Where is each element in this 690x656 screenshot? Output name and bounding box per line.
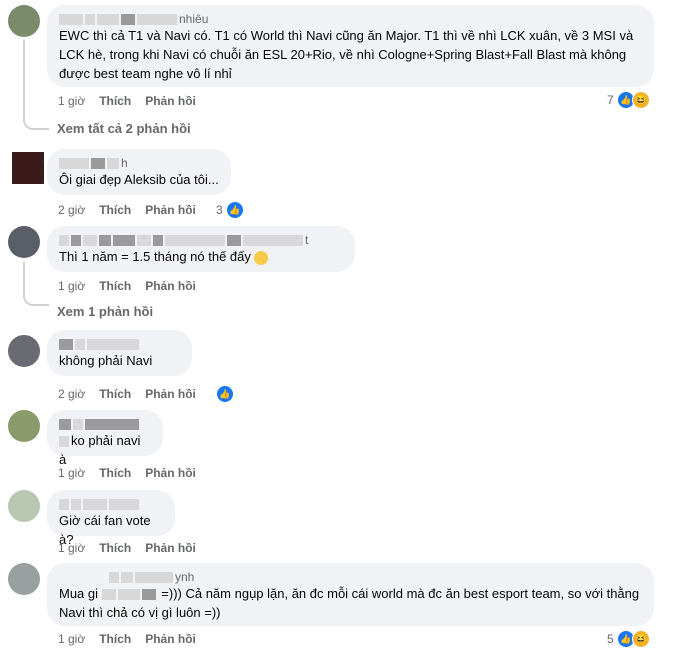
thread-connector — [23, 290, 49, 306]
comment-author[interactable]: h — [59, 156, 219, 170]
like-button[interactable]: Thích — [99, 387, 131, 401]
reaction-summary[interactable]: 5 👍 😆 — [607, 630, 650, 648]
comment-time[interactable]: 1 giờ — [58, 541, 85, 555]
comment-text: không phải Navi — [59, 353, 153, 368]
author-name-suffix: ynh — [175, 570, 195, 584]
view-all-replies-link[interactable]: Xem tất cả 2 phản hồi — [57, 121, 191, 136]
comment-actions: 1 giờ Thích Phản hồi — [58, 541, 210, 555]
comment-actions: 1 giờ Thích Phản hồi — [58, 466, 210, 480]
reply-button[interactable]: Phản hồi — [145, 387, 196, 401]
comment-time[interactable]: 2 giờ — [58, 203, 85, 217]
like-reaction-icon: 👍 — [216, 385, 234, 403]
comment-time[interactable]: 2 giờ — [58, 387, 85, 401]
like-button[interactable]: Thích — [99, 632, 131, 646]
avatar[interactable] — [12, 152, 44, 184]
thread-connector — [23, 110, 49, 130]
avatar[interactable] — [8, 410, 40, 442]
reaction-count: 7 — [607, 93, 614, 107]
avatar[interactable] — [8, 563, 40, 595]
comment-time[interactable]: 1 giờ — [58, 279, 85, 293]
comment-text: Thì 1 năm = 1.5 tháng nó thế đấy — [59, 247, 343, 266]
comment-text-body: ko phải navi à — [59, 433, 141, 467]
comment-author[interactable] — [59, 417, 151, 431]
comment-bubble: t Thì 1 năm = 1.5 tháng nó thế đấy — [47, 226, 355, 272]
reaction-summary[interactable]: 7 👍 😆 — [607, 91, 650, 109]
like-button[interactable]: Thích — [99, 541, 131, 555]
comment-author[interactable]: t — [59, 233, 343, 247]
comment-time[interactable]: 1 giờ — [58, 94, 85, 108]
comment-bubble: ko phải navi à — [47, 410, 163, 467]
reply-button[interactable]: Phản hồi — [145, 279, 196, 293]
emoji-icon — [253, 250, 268, 265]
comment-text: ko phải navi à — [59, 431, 151, 469]
avatar[interactable] — [8, 226, 40, 258]
like-button[interactable]: Thích — [99, 203, 131, 217]
avatar[interactable] — [8, 490, 40, 522]
haha-reaction-icon: 😆 — [631, 630, 650, 648]
comment-actions: 1 giờ Thích Phản hồi — [58, 632, 210, 646]
haha-reaction-icon: 😆 — [631, 91, 650, 109]
like-button[interactable]: Thích — [99, 466, 131, 480]
reaction-count: 3 — [216, 203, 223, 217]
like-reaction-icon: 👍 — [225, 201, 244, 219]
comment-author[interactable]: nhiêu — [59, 12, 642, 26]
comment-bubble: h Ôi giai đẹp Aleksib của tôi... — [47, 149, 231, 195]
reply-button[interactable]: Phản hồi — [145, 203, 196, 217]
reaction-summary[interactable]: 👍 — [216, 385, 234, 403]
reaction-summary[interactable]: 3 👍 — [216, 201, 244, 219]
like-button[interactable]: Thích — [99, 94, 131, 108]
reply-button[interactable]: Phản hồi — [145, 94, 196, 108]
comment-actions: 2 giờ Thích Phản hồi — [58, 387, 210, 401]
view-replies-link[interactable]: Xem 1 phản hồi — [57, 304, 153, 319]
comment-bubble: Giờ cái fan vote à? — [47, 490, 175, 547]
reply-button[interactable]: Phản hồi — [145, 541, 196, 555]
comment-time[interactable]: 1 giờ — [58, 632, 85, 646]
author-name-suffix: t — [305, 233, 309, 247]
reaction-count: 5 — [607, 632, 614, 646]
comment-text-prefix: Mua gi — [59, 586, 99, 601]
comment-text: EWC thì cả T1 và Navi có. T1 có World th… — [59, 28, 634, 81]
reply-button[interactable]: Phản hồi — [145, 466, 196, 480]
thread-line — [23, 40, 25, 118]
comment-time[interactable]: 1 giờ — [58, 466, 85, 480]
comment-actions: 1 giờ Thích Phản hồi — [58, 94, 210, 108]
comment-author[interactable]: ynh — [59, 570, 642, 584]
comment-text: Ôi giai đẹp Aleksib của tôi... — [59, 172, 219, 187]
comment-bubble: không phải Navi — [47, 330, 192, 376]
comment-actions: 2 giờ Thích Phản hồi — [58, 203, 210, 217]
comment-text: Mua gi =))) Cả năm ngụp lặn, ăn đc mỗi c… — [59, 584, 642, 622]
avatar[interactable] — [8, 335, 40, 367]
comment-bubble: nhiêu EWC thì cả T1 và Navi có. T1 có Wo… — [47, 5, 654, 87]
like-button[interactable]: Thích — [99, 279, 131, 293]
comment-author[interactable] — [59, 337, 180, 351]
comment-text-body: Thì 1 năm = 1.5 tháng nó thế đấy — [59, 249, 251, 264]
comment-bubble: ynh Mua gi =))) Cả năm ngụp lặn, ăn đc m… — [47, 563, 654, 626]
avatar[interactable] — [8, 5, 40, 37]
comment-author[interactable] — [59, 497, 163, 511]
reply-button[interactable]: Phản hồi — [145, 632, 196, 646]
author-name-suffix: h — [121, 156, 128, 170]
comment-actions: 1 giờ Thích Phản hồi — [58, 279, 210, 293]
author-name-suffix: nhiêu — [179, 12, 209, 26]
